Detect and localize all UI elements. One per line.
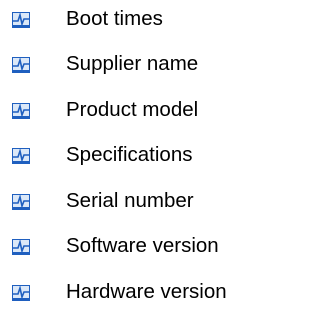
list-item-label: Hardware version	[66, 280, 227, 303]
list-item-supplier-name: Supplier name	[0, 47, 283, 83]
list-item-label: Supplier name	[66, 52, 199, 75]
list-item-hardware-version: Hardware version	[0, 275, 283, 311]
list-item-serial-number: Serial number	[0, 184, 283, 220]
waveform-icon	[12, 57, 30, 73]
list-item-label: Software version	[66, 234, 219, 257]
list-item-label: Boot times	[66, 7, 163, 30]
list-item-specifications: Specifications	[0, 138, 283, 174]
waveform-icon	[12, 194, 30, 210]
list-item-label: Specifications	[66, 143, 193, 166]
list-item-software-version: Software version	[0, 229, 283, 265]
list-item-label: Serial number	[66, 189, 194, 212]
waveform-icon	[12, 148, 30, 164]
waveform-icon	[12, 285, 30, 301]
list-item-label: Product model	[66, 98, 199, 121]
waveform-icon	[12, 12, 30, 28]
waveform-icon	[12, 103, 30, 119]
list-item-product-model: Product model	[0, 93, 283, 129]
list-item-boot-times: Boot times	[0, 2, 283, 38]
waveform-icon	[12, 239, 30, 255]
